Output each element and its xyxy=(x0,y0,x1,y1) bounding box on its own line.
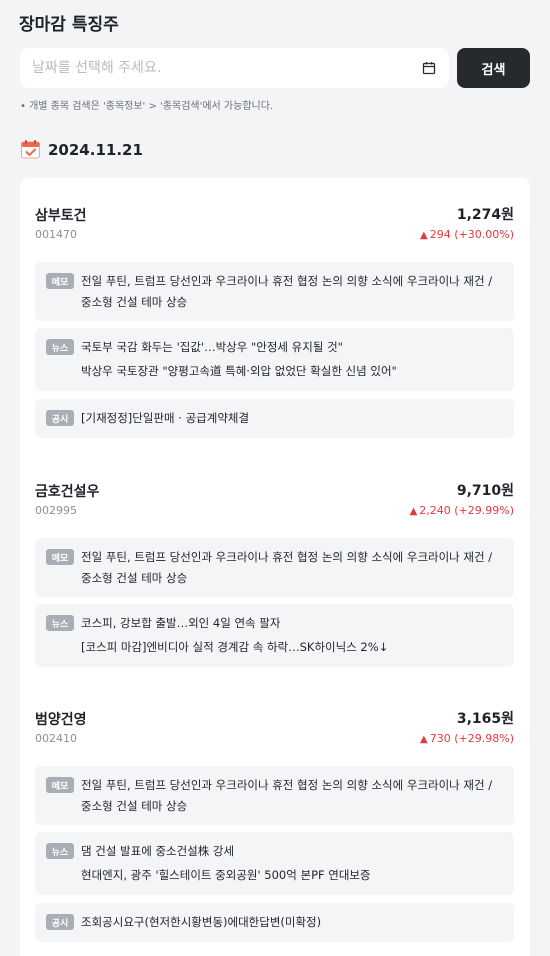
stock-change: ▲ 730 (+29.98%) xyxy=(420,732,514,745)
memo-box: 메모 전일 푸틴, 트럼프 당선인과 우크라이나 휴전 협정 논의 의향 소식에… xyxy=(35,538,514,597)
stock-price: 9,710원 xyxy=(456,483,514,499)
stock-name[interactable]: 삼부토건 xyxy=(35,205,87,225)
memo-text: 전일 푸틴, 트럼프 당선인과 우크라이나 휴전 협정 논의 의향 소식에 우크… xyxy=(81,550,493,585)
disclosure-link[interactable]: [기재정정]단일판매 · 공급계약체결 xyxy=(81,410,506,426)
date-input[interactable] xyxy=(32,60,421,76)
memo-badge: 메모 xyxy=(46,273,74,289)
news-box: 뉴스 댐 건설 발표에 중소건설株 강세 현대엔지, 광주 '힐스테이트 중외공… xyxy=(35,832,514,895)
stock-change: ▲ 294 (+30.00%) xyxy=(420,228,514,241)
stock-code: 002410 xyxy=(35,732,77,745)
disclosure-badge: 공시 xyxy=(46,914,74,930)
memo-text: 전일 푸틴, 트럼프 당선인과 우크라이나 휴전 협정 논의 의향 소식에 우크… xyxy=(81,778,493,813)
search-button[interactable]: 검색 xyxy=(457,48,530,88)
stock-change-value: 2,240 (+29.99%) xyxy=(419,504,514,517)
stock-code: 001470 xyxy=(35,228,77,241)
up-triangle-icon: ▲ xyxy=(420,230,428,241)
selected-date: 2024.11.21 xyxy=(48,140,143,159)
news-box: 뉴스 국토부 국감 화두는 '집값'…박상우 "안정세 유지될 것" 박상우 국… xyxy=(35,328,514,391)
news-badge: 뉴스 xyxy=(46,615,74,631)
news-link[interactable]: 박상우 국토장관 "양평고속道 특혜·외압 없었단 확실한 신념 있어" xyxy=(81,363,506,379)
disclosure-badge: 공시 xyxy=(46,410,74,426)
news-link[interactable]: 현대엔지, 광주 '힐스테이트 중외공원' 500억 본PF 연대보증 xyxy=(81,867,506,883)
stock-change-value: 730 (+29.98%) xyxy=(429,732,514,745)
news-box: 뉴스 코스피, 강보합 출발…외인 4일 연속 팔자 [코스피 마감]엔비디아 … xyxy=(35,604,514,667)
memo-box: 메모 전일 푸틴, 트럼프 당선인과 우크라이나 휴전 협정 논의 의향 소식에… xyxy=(35,766,514,825)
up-triangle-icon: ▲ xyxy=(409,506,418,517)
stock-change: ▲ 2,240 (+29.99%) xyxy=(410,504,514,517)
news-link[interactable]: [코스피 마감]엔비디아 실적 경계감 속 하락…SK하이닉스 2%↓ xyxy=(81,639,506,655)
stock-price: 1,274원 xyxy=(456,207,514,223)
memo-badge: 메모 xyxy=(46,549,74,565)
disclosure-box: 공시 [기재정정]단일판매 · 공급계약체결 xyxy=(35,399,514,438)
news-badge: 뉴스 xyxy=(46,843,74,859)
news-link[interactable]: 국토부 국감 화두는 '집값'…박상우 "안정세 유지될 것" xyxy=(81,339,506,355)
stock-name[interactable]: 금호건설우 xyxy=(35,481,99,501)
up-triangle-icon: ▲ xyxy=(420,734,428,745)
disclosure-link[interactable]: 조회공시요구(현저한시황변동)에대한답변(미확정) xyxy=(81,914,506,930)
page-title: 장마감 특징주 xyxy=(19,15,119,35)
memo-badge: 메모 xyxy=(46,777,74,793)
disclosure-box: 공시 조회공시요구(현저한시황변동)에대한답변(미확정) xyxy=(35,903,514,942)
stock-name[interactable]: 범양건영 xyxy=(35,709,87,729)
date-header: 2024.11.21 xyxy=(20,139,143,160)
news-badge: 뉴스 xyxy=(46,339,74,355)
memo-box: 메모 전일 푸틴, 트럼프 당선인과 우크라이나 휴전 협정 논의 의향 소식에… xyxy=(35,262,514,321)
stock-list-card: 삼부토건 001470 1,274원 ▲ 294 (+30.00%) 메모 전일 … xyxy=(20,178,530,956)
stock-change-value: 294 (+30.00%) xyxy=(429,228,514,241)
search-hint: • 개별 종목 검색은 '종목정보' > '종목검색'에서 가능합니다. xyxy=(20,101,274,112)
memo-text: 전일 푸틴, 트럼프 당선인과 우크라이나 휴전 협정 논의 의향 소식에 우크… xyxy=(81,274,493,309)
news-link[interactable]: 댐 건설 발표에 중소건설株 강세 xyxy=(81,843,506,859)
calendar-icon[interactable] xyxy=(421,60,437,76)
stock-code: 002995 xyxy=(35,504,77,517)
stock-price: 3,165원 xyxy=(456,711,514,727)
calendar-check-icon xyxy=(20,139,41,160)
date-field[interactable] xyxy=(20,48,449,88)
news-link[interactable]: 코스피, 강보합 출발…외인 4일 연속 팔자 xyxy=(81,615,506,631)
